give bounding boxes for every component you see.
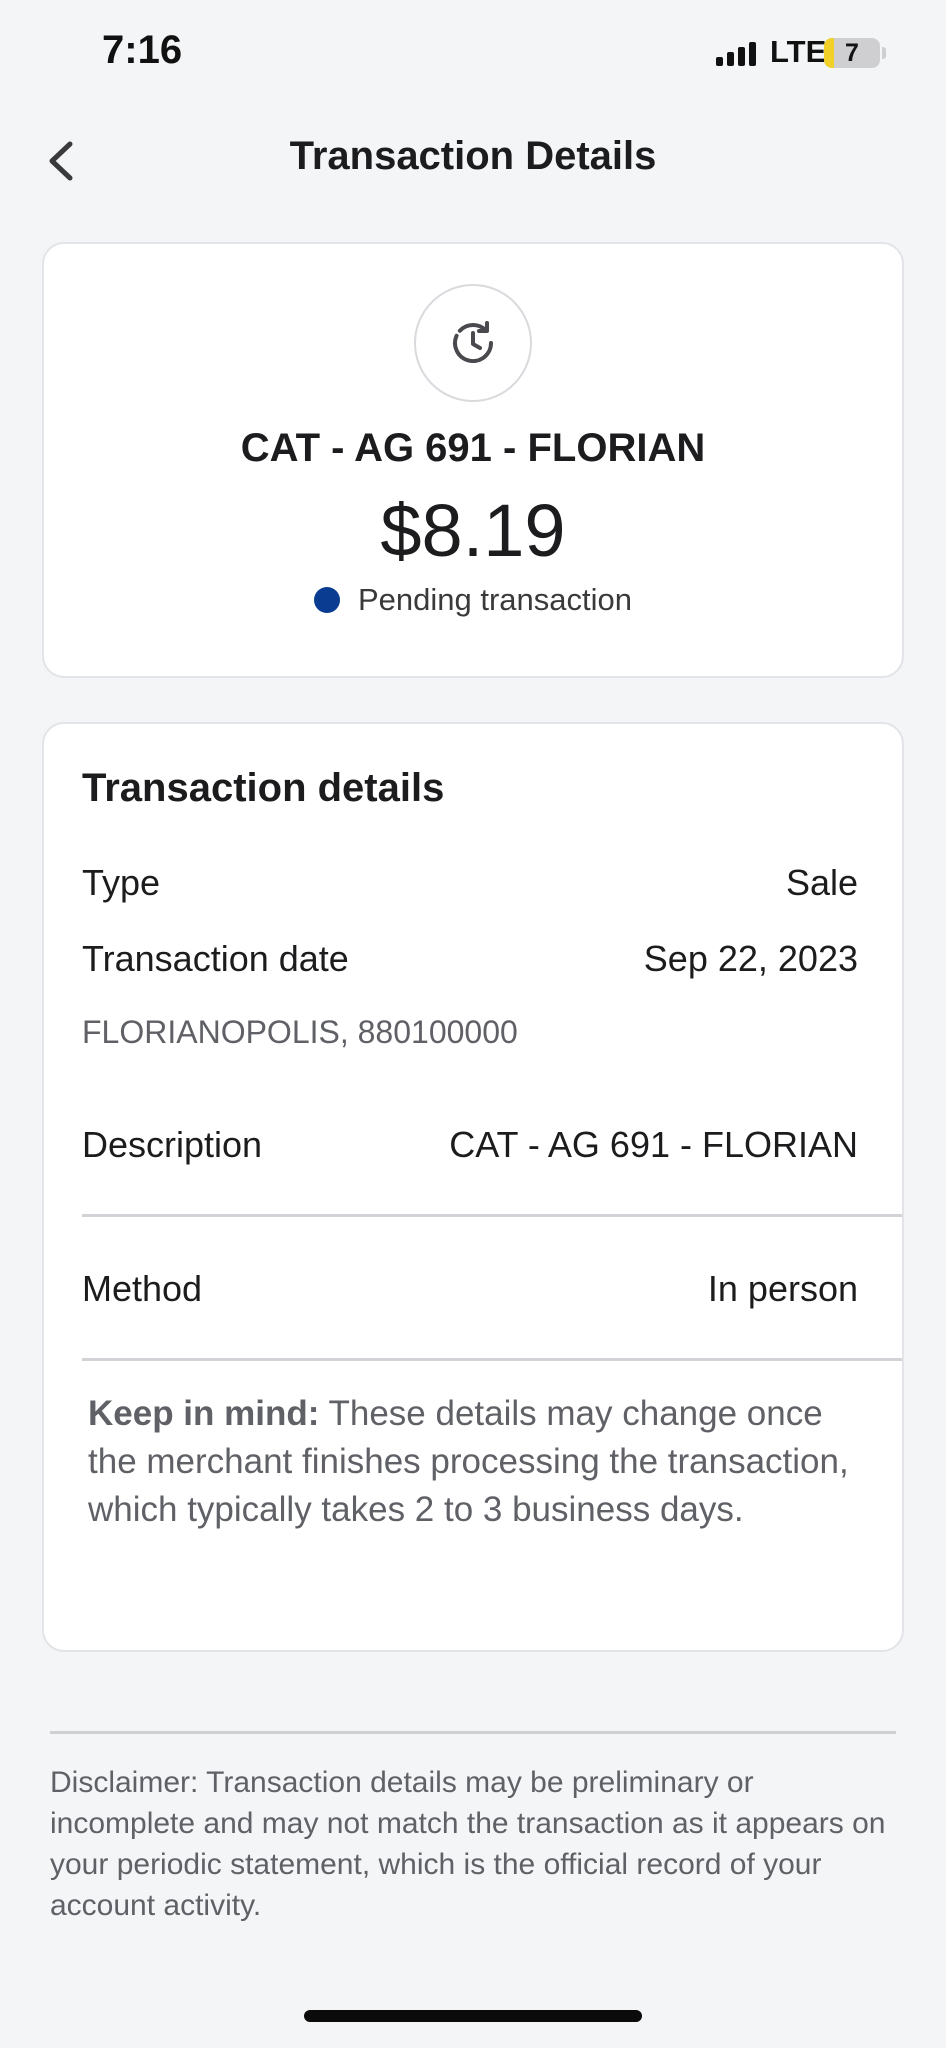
method-label: Method: [82, 1268, 203, 1309]
status-bar: 7:16 LTE 7: [0, 0, 946, 100]
battery-level: 7: [845, 39, 859, 67]
page-title: Transaction Details: [289, 134, 657, 178]
description-row: Description CAT - AG 691 - FLORIAN: [82, 1124, 858, 1166]
type-value: Sale: [785, 862, 858, 903]
details-heading: Transaction details: [82, 766, 445, 810]
note-lead: Keep in mind:: [88, 1394, 320, 1433]
description-value: CAT - AG 691 - FLORIAN: [449, 1124, 858, 1165]
method-value: In person: [707, 1268, 858, 1309]
status-time: 7:16: [102, 28, 183, 72]
keep-in-mind-note: Keep in mind: These details may change o…: [88, 1390, 852, 1534]
battery-icon: 7: [824, 38, 880, 68]
method-row: Method In person: [82, 1268, 858, 1310]
home-indicator[interactable]: [304, 2010, 642, 2022]
divider: [82, 1214, 902, 1217]
pending-status-dot: [313, 587, 340, 613]
description-label: Description: [82, 1124, 263, 1165]
status-text: Pending transaction: [357, 582, 633, 617]
transaction-status: Pending transaction: [44, 582, 902, 618]
transaction-details-card: Transaction details Type Sale Transactio…: [42, 722, 904, 1652]
merchant-name: CAT - AG 691 - FLORIAN: [240, 426, 706, 470]
divider: [82, 1358, 902, 1361]
type-row: Type Sale: [82, 862, 858, 904]
footer-divider: [50, 1731, 896, 1734]
network-type: LTE: [770, 34, 827, 69]
clock-pending-icon: [453, 321, 494, 364]
disclaimer-text: Disclaimer: Transaction details may be p…: [50, 1766, 886, 1922]
battery-nub: [882, 47, 886, 59]
transaction-amount: $8.19: [380, 489, 566, 572]
transaction-date-label: Transaction date: [82, 938, 349, 979]
merchant-location: FLORIANOPOLIS, 880100000: [82, 1014, 518, 1050]
transaction-date-value: Sep 22, 2023: [643, 938, 858, 979]
transaction-summary-card: CAT - AG 691 - FLORIAN $8.19 Pending tra…: [42, 242, 904, 678]
nav-bar: Transaction Details: [0, 120, 946, 200]
transaction-date-row: Transaction date Sep 22, 2023: [82, 938, 858, 980]
type-label: Type: [82, 862, 161, 903]
cellular-signal-icon: [716, 42, 756, 66]
status-icon-badge: [414, 284, 532, 402]
